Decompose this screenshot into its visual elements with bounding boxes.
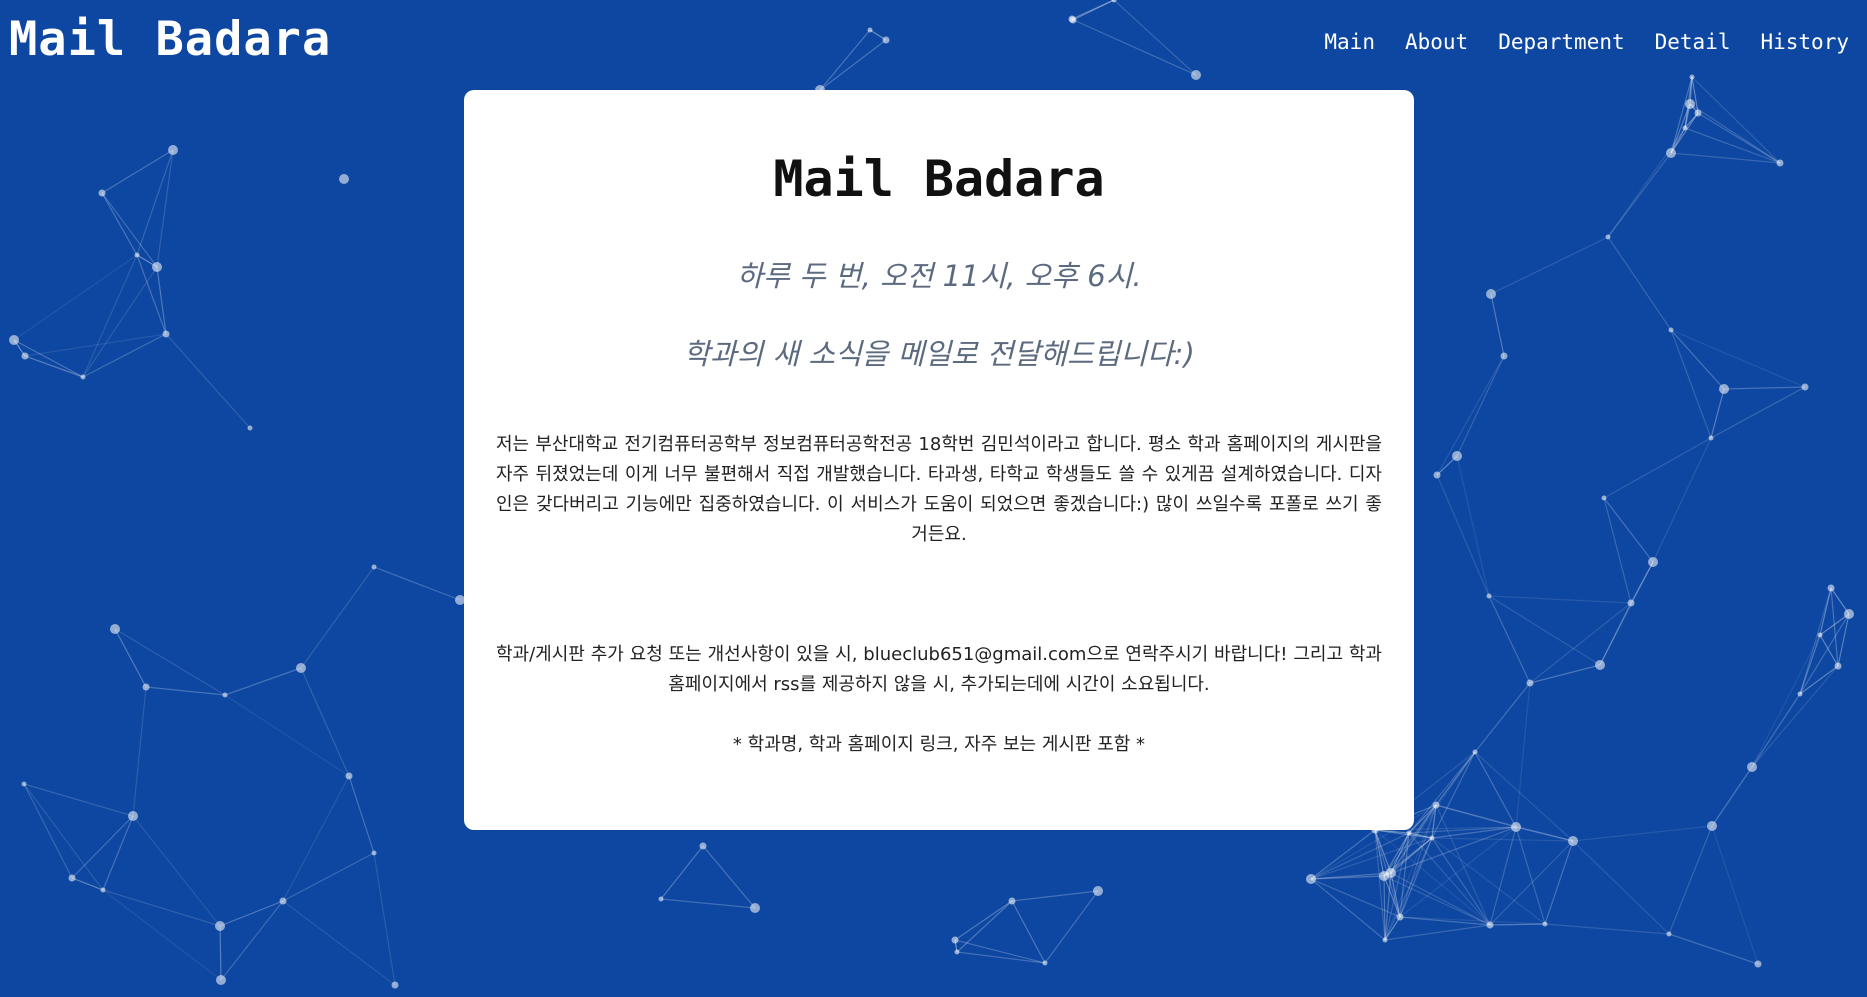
- contact-paragraph: 학과/게시판 추가 요청 또는 개선사항이 있을 시, blueclub651@…: [496, 643, 1382, 695]
- card-title: Mail Badara: [773, 150, 1105, 208]
- tagline-schedule: 하루 두 번, 오전 11시, 오후 6시.: [736, 259, 1142, 293]
- nav-department[interactable]: Department: [1498, 28, 1624, 56]
- intro-card: Mail Badara 하루 두 번, 오전 11시, 오후 6시. 학과의 새…: [464, 90, 1414, 830]
- top-nav: Main About Department Detail History: [1324, 28, 1849, 56]
- request-note: * 학과명, 학과 홈페이지 링크, 자주 보는 게시판 포함 *: [732, 733, 1146, 755]
- nav-main[interactable]: Main: [1324, 28, 1375, 56]
- nav-about[interactable]: About: [1405, 28, 1468, 56]
- intro-paragraph: 저는 부산대학교 전기컴퓨터공학부 정보컴퓨터공학전공 18학번 김민석이라고 …: [496, 433, 1382, 545]
- site-logo[interactable]: Mail Badara: [9, 14, 331, 66]
- nav-detail[interactable]: Detail: [1655, 28, 1731, 56]
- tagline-description: 학과의 새 소식을 메일로 전달해드립니다:): [683, 336, 1195, 371]
- nav-history[interactable]: History: [1760, 28, 1849, 56]
